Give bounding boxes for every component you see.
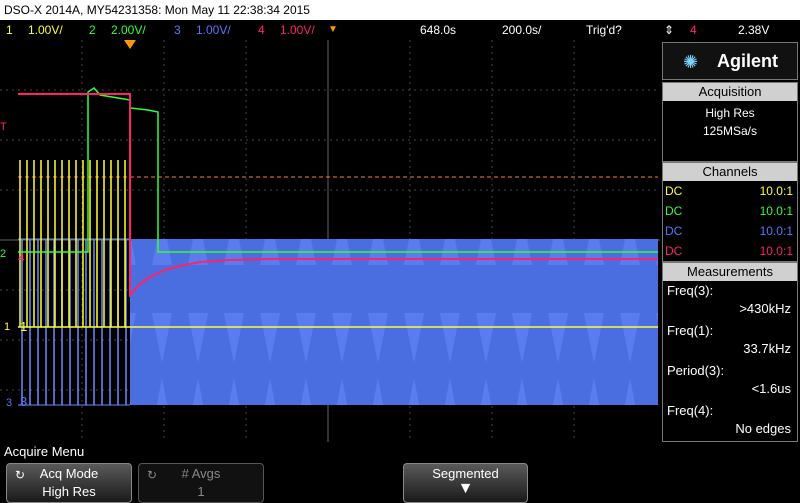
acquisition-panel: Acquisition High Res 125MSa/s <box>662 82 798 162</box>
waveform-display[interactable]: T 2 4 1 1 3 3 <box>0 40 660 442</box>
measurement-2: Freq(1): 33.7kHz <box>667 323 791 356</box>
trigger-position-icon: ▼ <box>328 24 338 35</box>
menu-title: Acquire Menu <box>4 444 85 459</box>
ch3-marker: 3 <box>6 397 12 409</box>
channels-panel: Channels DC 10.0:1 DC 10.0:1 DC 10.0:1 DC 10… <box>662 162 798 262</box>
ch2-marker: 2 <box>0 248 6 260</box>
measurements-header: Measurements <box>663 263 797 281</box>
trigger-source[interactable]: 4 <box>690 20 697 40</box>
ch2-number[interactable]: 2 <box>89 20 96 40</box>
avgs-softkey[interactable]: ↻ # Avgs 1 <box>138 463 264 503</box>
timebase[interactable]: 200.0s/ <box>502 20 541 40</box>
trigger-status: Trig'd? <box>586 23 622 37</box>
arrow-down-icon: ▼ <box>457 480 474 497</box>
waveform-graticule: T 2 4 1 1 3 3 <box>0 40 660 442</box>
brand-name: Agilent <box>717 51 778 71</box>
trigger-slope-icon: ⇕ <box>664 23 675 37</box>
acquisition-rate: 125MSa/s <box>702 124 758 138</box>
ch3-scale[interactable]: 1.00V/ <box>196 20 231 40</box>
ch1-marker: 1 <box>4 321 10 333</box>
measurement-4: Freq(4): No edges <box>667 403 791 436</box>
ch4-marker: 4 <box>18 251 25 265</box>
measurements-panel: Measurements Freq(3): >430kHz Freq(1): 33.… <box>662 262 798 442</box>
ch2-scale[interactable]: 2.00V/ <box>111 20 146 40</box>
trigger-marker: T <box>0 121 7 133</box>
ch4-scale[interactable]: 1.00V/ <box>280 20 315 40</box>
ch4-number[interactable]: 4 <box>258 20 265 40</box>
channel-row-2: DC 10.0:1 <box>665 204 793 218</box>
softkey-bar: Acquire Menu ↻ Acq Mode High Res ↻ # Avg… <box>0 442 800 503</box>
trigger-delay[interactable]: 648.0s <box>420 20 456 40</box>
channel-row-1: DC 10.0:1 <box>665 184 793 198</box>
ch1-number[interactable]: 1 <box>6 20 13 40</box>
trigger-position-marker <box>124 40 136 49</box>
brand-panel: ✺ Agilent <box>662 42 798 80</box>
ch3-number[interactable]: 3 <box>174 20 181 40</box>
avgs-value: 1 <box>197 484 205 499</box>
channels-header: Channels <box>663 163 797 181</box>
acq-mode-value: High Res <box>42 484 96 499</box>
ch1-scale[interactable]: 1.00V/ <box>28 20 63 40</box>
channel-bar: 1 1.00V/ 2 2.00V/ 3 1.00V/ 4 1.00V/ ▼ 64… <box>0 20 800 40</box>
measurement-1: Freq(3): >430kHz <box>667 283 791 316</box>
ch3-marker-label: 3 <box>20 394 27 409</box>
acq-mode-softkey[interactable]: ↻ Acq Mode High Res <box>6 463 132 503</box>
agilent-spark-icon: ✺ <box>683 52 699 72</box>
channel-row-3: DC 10.0:1 <box>665 224 793 238</box>
ch3-waveform <box>130 239 658 405</box>
acquisition-header: Acquisition <box>663 83 797 101</box>
segmented-label: Segmented <box>432 466 499 481</box>
title-bar: DSO-X 2014A, MY54231358: Mon May 11 22:3… <box>0 0 800 20</box>
avgs-label: # Avgs <box>181 466 221 481</box>
acq-mode-label: Acq Mode <box>39 466 99 481</box>
ch1-marker-label: 1 <box>20 319 27 334</box>
segmented-softkey[interactable]: Segmented ▼ <box>403 463 528 503</box>
trigger-level[interactable]: 2.38V <box>738 20 769 40</box>
acquisition-mode: High Res <box>705 106 755 120</box>
title-text: DSO-X 2014A, MY54231358: Mon May 11 22:3… <box>4 3 310 17</box>
measurement-3: Period(3): <1.6us <box>667 363 791 396</box>
ch2-waveform <box>18 87 658 253</box>
channel-row-4: DC 10.0:1 <box>665 244 793 258</box>
